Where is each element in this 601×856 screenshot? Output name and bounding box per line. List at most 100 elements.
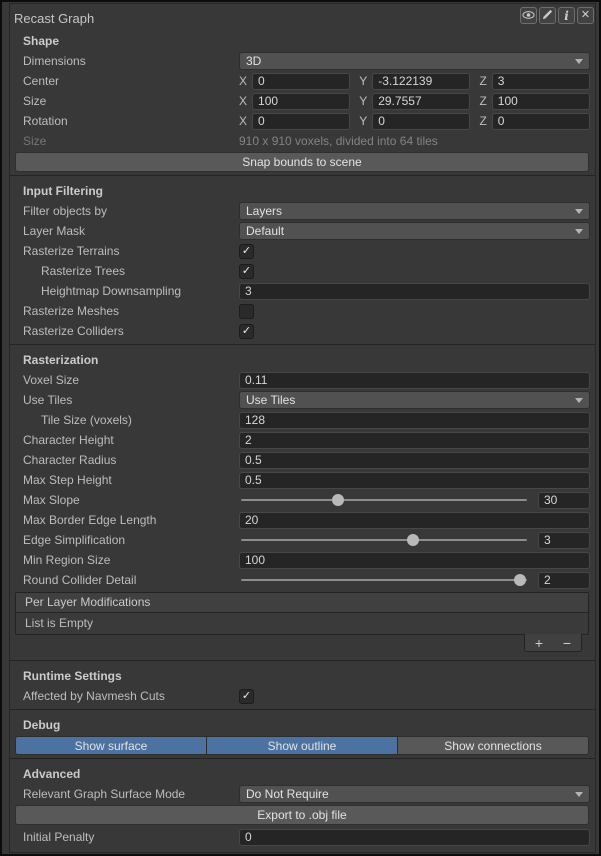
center-x-field[interactable]: 0: [252, 73, 350, 90]
slider-handle[interactable]: [407, 534, 419, 546]
section-divider: [10, 709, 595, 710]
axis-z-label: Z: [479, 114, 491, 128]
add-item-button[interactable]: +: [535, 636, 543, 650]
round-collider-detail-label: Round Collider Detail: [23, 573, 239, 587]
section-heading-debug: Debug: [10, 713, 595, 735]
filter-objects-by-label: Filter objects by: [23, 204, 239, 218]
info-button[interactable]: i: [558, 7, 575, 24]
tile-size-field[interactable]: 128: [239, 412, 590, 429]
dimensions-value: 3D: [246, 54, 261, 68]
heightmap-downsampling-field[interactable]: 3: [239, 283, 590, 300]
filter-objects-by-row: Filter objects by Layers: [10, 201, 595, 221]
rasterize-trees-checkbox[interactable]: ✓: [239, 264, 254, 279]
visibility-toggle-button[interactable]: [520, 7, 537, 24]
rotation-z-field[interactable]: 0: [492, 113, 590, 130]
slider-track: [241, 499, 527, 501]
edge-simplification-slider[interactable]: [239, 532, 529, 548]
rasterize-trees-label: Rasterize Trees: [23, 264, 239, 278]
section-divider: [10, 344, 595, 345]
size-y-field[interactable]: 29.7557: [372, 93, 470, 110]
rasterize-meshes-checkbox[interactable]: [239, 304, 254, 319]
slider-track: [241, 579, 527, 581]
check-icon: ✓: [242, 266, 251, 277]
max-slope-value-field[interactable]: 30: [538, 492, 590, 509]
initial-penalty-label: Initial Penalty: [23, 830, 239, 844]
round-collider-detail-value-field[interactable]: 2: [538, 572, 590, 589]
rotation-x-field[interactable]: 0: [252, 113, 350, 130]
remove-item-button[interactable]: −: [563, 636, 571, 650]
affected-by-navmesh-cuts-checkbox[interactable]: ✓: [239, 689, 254, 704]
per-layer-modifications-header[interactable]: Per Layer Modifications: [16, 593, 588, 613]
round-collider-detail-slider[interactable]: [239, 572, 529, 588]
max-border-edge-length-field[interactable]: 20: [239, 512, 590, 529]
center-y-field[interactable]: -3.122139: [372, 73, 470, 90]
graph-settings-frame: Recast Graph Shape Dimensions 3D Center …: [9, 3, 596, 853]
max-slope-label: Max Slope: [23, 493, 239, 507]
show-outline-button[interactable]: Show outline: [206, 736, 398, 755]
rasterize-meshes-row: Rasterize Meshes: [10, 301, 595, 321]
dropdown-arrow-icon: [575, 59, 583, 64]
check-icon: ✓: [242, 326, 251, 337]
character-height-field[interactable]: 2: [239, 432, 590, 449]
dimensions-row: Dimensions 3D: [10, 51, 595, 71]
center-row: Center X 0 Y -3.122139 Z 3: [10, 71, 595, 91]
min-region-size-field[interactable]: 100: [239, 552, 590, 569]
surface-mode-dropdown[interactable]: Do Not Require: [239, 785, 590, 803]
max-step-height-field[interactable]: 0.5: [239, 472, 590, 489]
close-icon: ✕: [581, 10, 590, 21]
snap-bounds-button[interactable]: Snap bounds to scene: [15, 152, 589, 172]
slider-handle[interactable]: [332, 494, 344, 506]
show-surface-button[interactable]: Show surface: [15, 736, 207, 755]
check-icon: ✓: [242, 691, 251, 702]
max-slope-slider[interactable]: [239, 492, 529, 508]
use-tiles-value: Use Tiles: [246, 393, 295, 407]
voxel-info-label: Size: [23, 134, 239, 148]
initial-penalty-row: Initial Penalty 0: [10, 827, 595, 847]
min-region-size-row: Min Region Size 100: [10, 550, 595, 570]
initial-penalty-field[interactable]: 0: [239, 829, 590, 846]
center-z-field[interactable]: 3: [492, 73, 590, 90]
per-layer-modifications-footer-bar: + −: [15, 635, 589, 657]
edge-simplification-value-field[interactable]: 3: [538, 532, 590, 549]
rotation-y-field[interactable]: 0: [372, 113, 470, 130]
show-connections-button[interactable]: Show connections: [397, 736, 589, 755]
heightmap-downsampling-row: Heightmap Downsampling 3: [10, 281, 595, 301]
affected-by-navmesh-cuts-row: Affected by Navmesh Cuts ✓: [10, 686, 595, 706]
per-layer-modifications-list: Per Layer Modifications List is Empty: [15, 592, 589, 635]
surface-mode-label: Relevant Graph Surface Mode: [23, 787, 239, 801]
eye-icon: [522, 9, 535, 23]
axis-z-label: Z: [479, 74, 491, 88]
graph-title: Recast Graph: [14, 11, 94, 26]
export-obj-button[interactable]: Export to .obj file: [15, 805, 589, 825]
section-divider: [10, 175, 595, 176]
section-divider: [10, 660, 595, 661]
rasterize-meshes-label: Rasterize Meshes: [23, 304, 239, 318]
axis-x-label: X: [239, 114, 252, 128]
rasterize-colliders-checkbox[interactable]: ✓: [239, 324, 254, 339]
delete-graph-button[interactable]: ✕: [577, 7, 594, 24]
slider-handle[interactable]: [514, 574, 526, 586]
filter-objects-by-dropdown[interactable]: Layers: [239, 202, 590, 220]
graph-title-row[interactable]: Recast Graph: [10, 4, 595, 29]
axis-x-label: X: [239, 74, 252, 88]
character-radius-field[interactable]: 0.5: [239, 452, 590, 469]
use-tiles-dropdown[interactable]: Use Tiles: [239, 391, 590, 409]
edit-graph-button[interactable]: [539, 7, 556, 24]
size-z-field[interactable]: 100: [492, 93, 590, 110]
character-radius-label: Character Radius: [23, 453, 239, 467]
character-radius-row: Character Radius 0.5: [10, 450, 595, 470]
voxel-size-field[interactable]: 0.11: [239, 372, 590, 389]
rasterize-terrains-checkbox[interactable]: ✓: [239, 244, 254, 259]
size-x-field[interactable]: 100: [252, 93, 350, 110]
section-heading-shape: Shape: [10, 29, 595, 51]
size-row: Size X 100 Y 29.7557 Z 100: [10, 91, 595, 111]
section-divider: [10, 758, 595, 759]
rasterize-colliders-label: Rasterize Colliders: [23, 324, 239, 338]
rotation-row: Rotation X 0 Y 0 Z 0: [10, 111, 595, 131]
voxel-size-label: Voxel Size: [23, 373, 239, 387]
use-tiles-row: Use Tiles Use Tiles: [10, 390, 595, 410]
layer-mask-dropdown[interactable]: Default: [239, 222, 590, 240]
dimensions-dropdown[interactable]: 3D: [239, 52, 590, 70]
axis-y-label: Y: [359, 74, 372, 88]
recast-graph-inspector: i ✕ Recast Graph Shape Dimensions 3D Cen…: [0, 0, 601, 856]
